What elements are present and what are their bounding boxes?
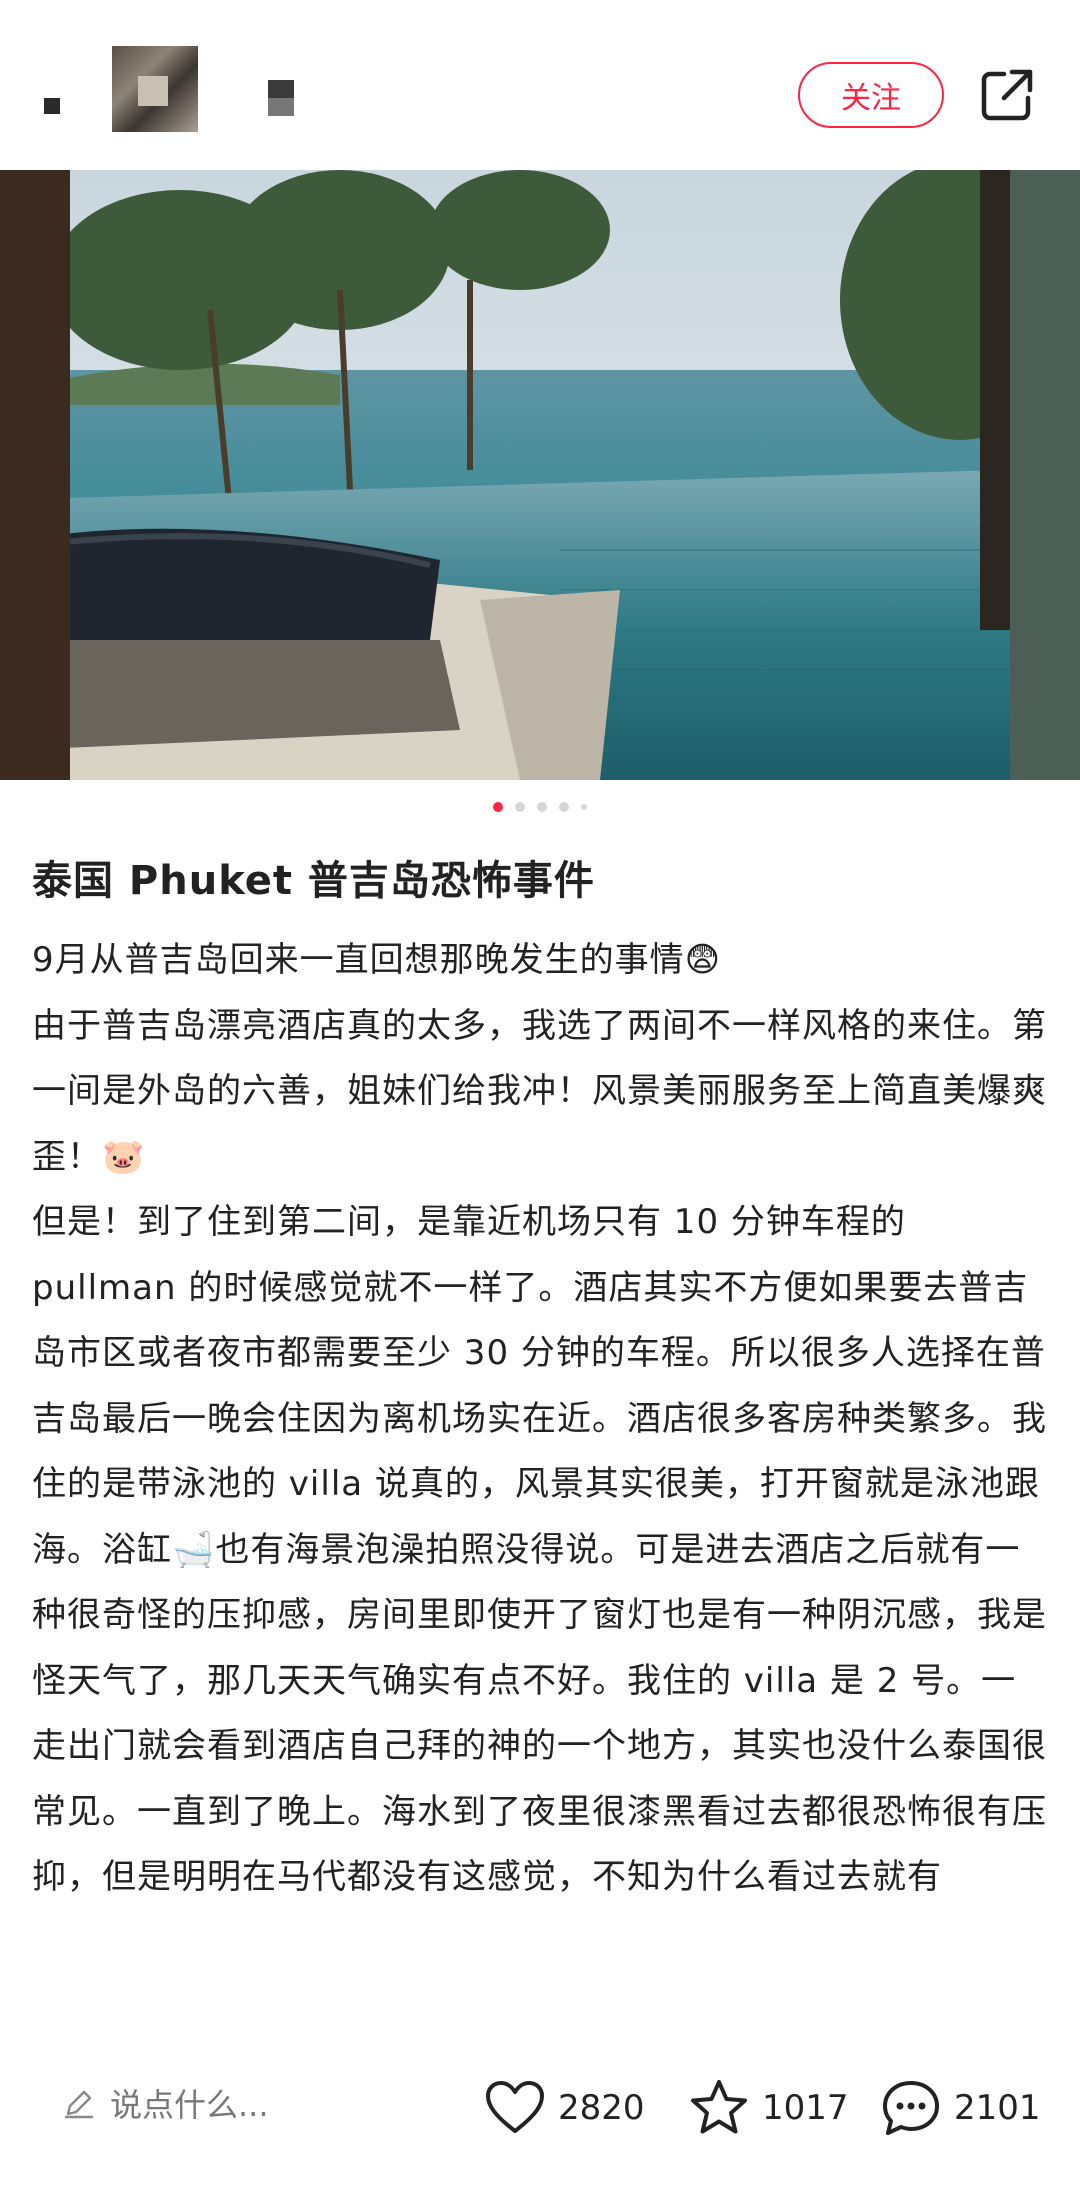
carousel-dot [581, 804, 587, 810]
post-title: 泰国 Phuket 普吉岛恐怖事件 [32, 858, 595, 904]
avatar[interactable] [112, 46, 198, 132]
comment-bubble-icon [883, 2081, 939, 2135]
author-name[interactable] [268, 80, 294, 116]
share-icon[interactable] [980, 68, 1034, 122]
carousel-dot [537, 802, 547, 812]
post-paragraph: 但是！到了住到第二间，是靠近机场只有 10 分钟车程的 pullman 的时候感… [32, 1202, 1047, 1897]
pool-seaview-photo [0, 170, 1080, 780]
carousel-indicator [0, 802, 1080, 816]
follow-button[interactable]: 关注 [798, 62, 944, 128]
star-icon [691, 2080, 747, 2134]
carousel-dot [559, 802, 569, 812]
bottom-action-bar: 说点什么... 2820 1017 2101 [0, 2020, 1080, 2188]
like-count: 2820 [558, 2088, 645, 2128]
like-button[interactable]: 2820 [484, 2076, 645, 2140]
carousel-dot [515, 802, 525, 812]
carousel-dot [493, 802, 503, 812]
heart-icon [486, 2081, 544, 2133]
back-icon[interactable] [44, 98, 60, 114]
text-fade [0, 1960, 1080, 2020]
comment-input[interactable]: 说点什么... [62, 2068, 269, 2138]
comment-placeholder: 说点什么... [110, 2086, 269, 2124]
comment-count: 2101 [954, 2088, 1041, 2128]
post-paragraph: 9月从普吉岛回来一直回想那晚发生的事情😨 [32, 940, 722, 980]
favorite-count: 1017 [762, 2088, 849, 2128]
post-body: 9月从普吉岛回来一直回想那晚发生的事情😨 由于普吉岛漂亮酒店真的太多，我选了两间… [32, 928, 1048, 2008]
header: 关注 [0, 0, 1080, 170]
author-info[interactable] [40, 42, 340, 138]
pencil-icon [64, 2090, 94, 2119]
favorite-button[interactable]: 1017 [688, 2076, 849, 2140]
post-image[interactable] [0, 170, 1080, 780]
comment-button[interactable]: 2101 [880, 2076, 1041, 2140]
post-paragraph: 由于普吉岛漂亮酒店真的太多，我选了两间不一样风格的来住。第一间是外岛的六善，姐妹… [32, 1005, 1047, 1177]
